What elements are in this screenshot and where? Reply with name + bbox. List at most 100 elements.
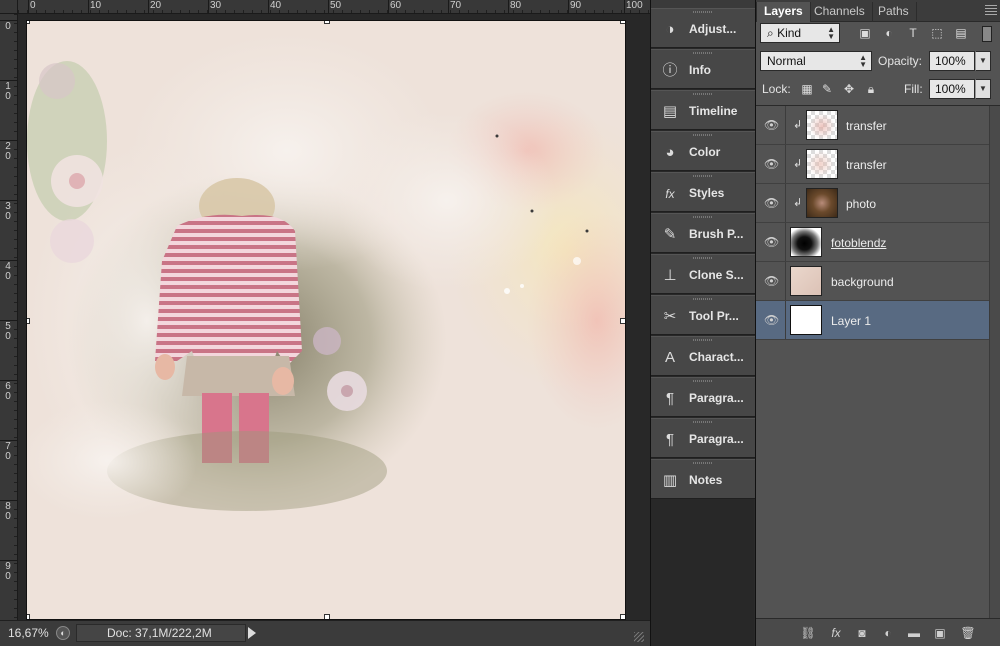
dock-item-tool-presets[interactable]: ✂ Tool Pr... bbox=[651, 295, 755, 335]
dock-item-info[interactable]: ⓘ Info bbox=[651, 49, 755, 89]
dock-item-color[interactable]: ◕ Color bbox=[651, 131, 755, 171]
dock-item-brush-presets[interactable]: ✎ Brush P... bbox=[651, 213, 755, 253]
visibility-eye-icon[interactable]: 👁︎ bbox=[764, 274, 779, 288]
horizontal-ruler[interactable]: 0 10 20 30 40 50 60 70 80 90 100 bbox=[18, 0, 650, 14]
transform-handle[interactable] bbox=[620, 318, 625, 324]
layer-thumbnail[interactable] bbox=[790, 305, 822, 335]
dock-item-notes[interactable]: ▥ Notes bbox=[651, 459, 755, 499]
paragraph-icon: ¶ bbox=[665, 390, 675, 407]
transform-handle[interactable] bbox=[27, 318, 30, 324]
dock-item-paragraph-styles[interactable]: ¶ Paragra... bbox=[651, 418, 755, 458]
layer-name[interactable]: fotoblendz bbox=[831, 236, 886, 250]
proof-setup-icon[interactable]: ◐ bbox=[56, 626, 70, 640]
layer-row[interactable]: 👁︎ fotoblendz bbox=[756, 223, 989, 262]
ruler-label: 70 bbox=[450, 0, 462, 11]
status-menu-arrow-icon[interactable] bbox=[248, 627, 256, 639]
filter-smart-object-icon[interactable]: ▤ bbox=[954, 26, 968, 40]
dock-item-label: Charact... bbox=[689, 350, 744, 364]
dock-header[interactable] bbox=[651, 0, 755, 8]
layer-list-scrollbar[interactable] bbox=[989, 106, 1000, 621]
layer-thumbnail[interactable] bbox=[790, 227, 822, 257]
lock-position-icon[interactable]: ✥ bbox=[842, 82, 856, 96]
trash-icon[interactable]: 🗑︎ bbox=[960, 625, 976, 641]
fill-field[interactable]: 100% bbox=[929, 79, 975, 99]
layer-list: 👁︎ ↲ transfer 👁︎ ↲ transfer 👁︎ ↲ photo 👁… bbox=[756, 105, 1000, 621]
layer-name[interactable]: transfer bbox=[846, 158, 887, 172]
tab-channels[interactable]: Channels bbox=[807, 2, 873, 22]
panel-menu-icon[interactable] bbox=[985, 5, 997, 15]
filter-adjustment-icon[interactable]: ◐ bbox=[882, 26, 896, 40]
ruler-label: 1 0 bbox=[5, 81, 11, 102]
layer-row[interactable]: 👁︎ ↲ transfer bbox=[756, 145, 989, 184]
dock-item-clone-source[interactable]: ⊥ Clone S... bbox=[651, 254, 755, 294]
visibility-eye-icon[interactable]: 👁︎ bbox=[764, 157, 779, 171]
lock-all-icon[interactable]: 🔒︎ bbox=[864, 82, 878, 96]
layer-thumbnail[interactable] bbox=[806, 110, 838, 140]
styles-fx-icon: fx bbox=[665, 187, 675, 201]
dock-item-timeline[interactable]: ▤ Timeline bbox=[651, 90, 755, 130]
ruler-label: 2 0 bbox=[5, 141, 11, 162]
lock-transparency-icon[interactable]: ▦ bbox=[800, 82, 814, 96]
visibility-eye-icon[interactable]: 👁︎ bbox=[764, 313, 779, 327]
fill-dropdown-icon[interactable]: ▼ bbox=[975, 79, 991, 99]
transform-handle[interactable] bbox=[324, 21, 330, 24]
new-group-icon[interactable]: ▬ bbox=[906, 625, 922, 641]
vertical-ruler[interactable]: 0 1 0 2 0 3 0 4 0 5 0 6 0 7 0 8 0 9 0 bbox=[0, 14, 18, 620]
add-mask-icon[interactable]: ◙ bbox=[854, 625, 870, 641]
artwork-image bbox=[27, 21, 625, 619]
filter-shape-icon[interactable]: ⬚ bbox=[930, 26, 944, 40]
layer-filter-select[interactable]: ⌕ Kind ▲ ▼ bbox=[760, 23, 840, 43]
lock-image-icon[interactable]: ✎ bbox=[820, 82, 834, 96]
ruler-origin[interactable] bbox=[0, 0, 18, 14]
link-layers-icon[interactable]: ⛓ bbox=[800, 625, 816, 641]
adjustment-layer-icon[interactable]: ◐ bbox=[880, 625, 896, 641]
filter-type-icon[interactable]: T bbox=[906, 26, 920, 40]
transform-handle[interactable] bbox=[620, 21, 625, 24]
ruler-label: 7 0 bbox=[5, 441, 11, 462]
layer-row-selected[interactable]: 👁︎ Layer 1 bbox=[756, 301, 989, 340]
filter-pixel-icon[interactable]: ▣ bbox=[858, 26, 872, 40]
layer-thumbnail[interactable] bbox=[790, 266, 822, 296]
blend-mode-select[interactable]: Normal ▲ ▼ bbox=[760, 51, 872, 71]
layer-name[interactable]: transfer bbox=[846, 119, 887, 133]
ruler-label: 90 bbox=[570, 0, 582, 11]
dock-item-label: Paragra... bbox=[689, 391, 744, 405]
tab-layers[interactable]: Layers bbox=[756, 2, 811, 22]
transform-handle[interactable] bbox=[27, 21, 30, 24]
document-info[interactable]: Doc: 37,1M/222,2M bbox=[76, 624, 246, 642]
opacity-field[interactable]: 100% bbox=[929, 51, 975, 71]
visibility-eye-icon[interactable]: 👁︎ bbox=[764, 118, 779, 132]
zoom-level[interactable]: 16,67% bbox=[8, 626, 49, 640]
filter-toggle-icon[interactable] bbox=[982, 26, 992, 42]
dock-item-label: Styles bbox=[689, 186, 725, 200]
opacity-dropdown-icon[interactable]: ▼ bbox=[975, 51, 991, 71]
resize-grip-icon[interactable] bbox=[634, 632, 644, 642]
fx-icon[interactable]: fx bbox=[828, 625, 844, 641]
dock-item-character[interactable]: A Charact... bbox=[651, 336, 755, 376]
dock-item-styles[interactable]: fx Styles bbox=[651, 172, 755, 212]
lock-label: Lock: bbox=[762, 82, 791, 96]
layers-footer: ⛓ fx ◙ ◐ ▬ ▣ 🗑︎ bbox=[756, 618, 1000, 646]
visibility-eye-icon[interactable]: 👁︎ bbox=[764, 235, 779, 249]
canvas-workspace[interactable] bbox=[18, 14, 650, 620]
layer-row[interactable]: 👁︎ ↲ transfer bbox=[756, 106, 989, 145]
paragraph-styles-icon: ¶ bbox=[665, 431, 675, 448]
layer-name[interactable]: photo bbox=[846, 197, 876, 211]
layer-thumbnail[interactable] bbox=[806, 188, 838, 218]
dock-item-adjustments[interactable]: ◑ Adjust... bbox=[651, 8, 755, 48]
dock-item-label: Brush P... bbox=[689, 227, 744, 241]
select-arrows-icon: ▲ ▼ bbox=[859, 53, 867, 69]
new-layer-icon[interactable]: ▣ bbox=[932, 625, 948, 641]
visibility-eye-icon[interactable]: 👁︎ bbox=[764, 196, 779, 210]
layer-row[interactable]: 👁︎ background bbox=[756, 262, 989, 301]
clipping-mask-icon: ↲ bbox=[793, 158, 803, 170]
dock-item-label: Notes bbox=[689, 473, 723, 487]
layer-name[interactable]: Layer 1 bbox=[831, 314, 871, 328]
layer-thumbnail[interactable] bbox=[806, 149, 838, 179]
dock-item-label: Clone S... bbox=[689, 268, 744, 282]
tab-paths[interactable]: Paths bbox=[871, 2, 917, 22]
dock-item-paragraph[interactable]: ¶ Paragra... bbox=[651, 377, 755, 417]
layer-name[interactable]: background bbox=[831, 275, 894, 289]
document-canvas[interactable] bbox=[26, 20, 626, 620]
layer-row[interactable]: 👁︎ ↲ photo bbox=[756, 184, 989, 223]
